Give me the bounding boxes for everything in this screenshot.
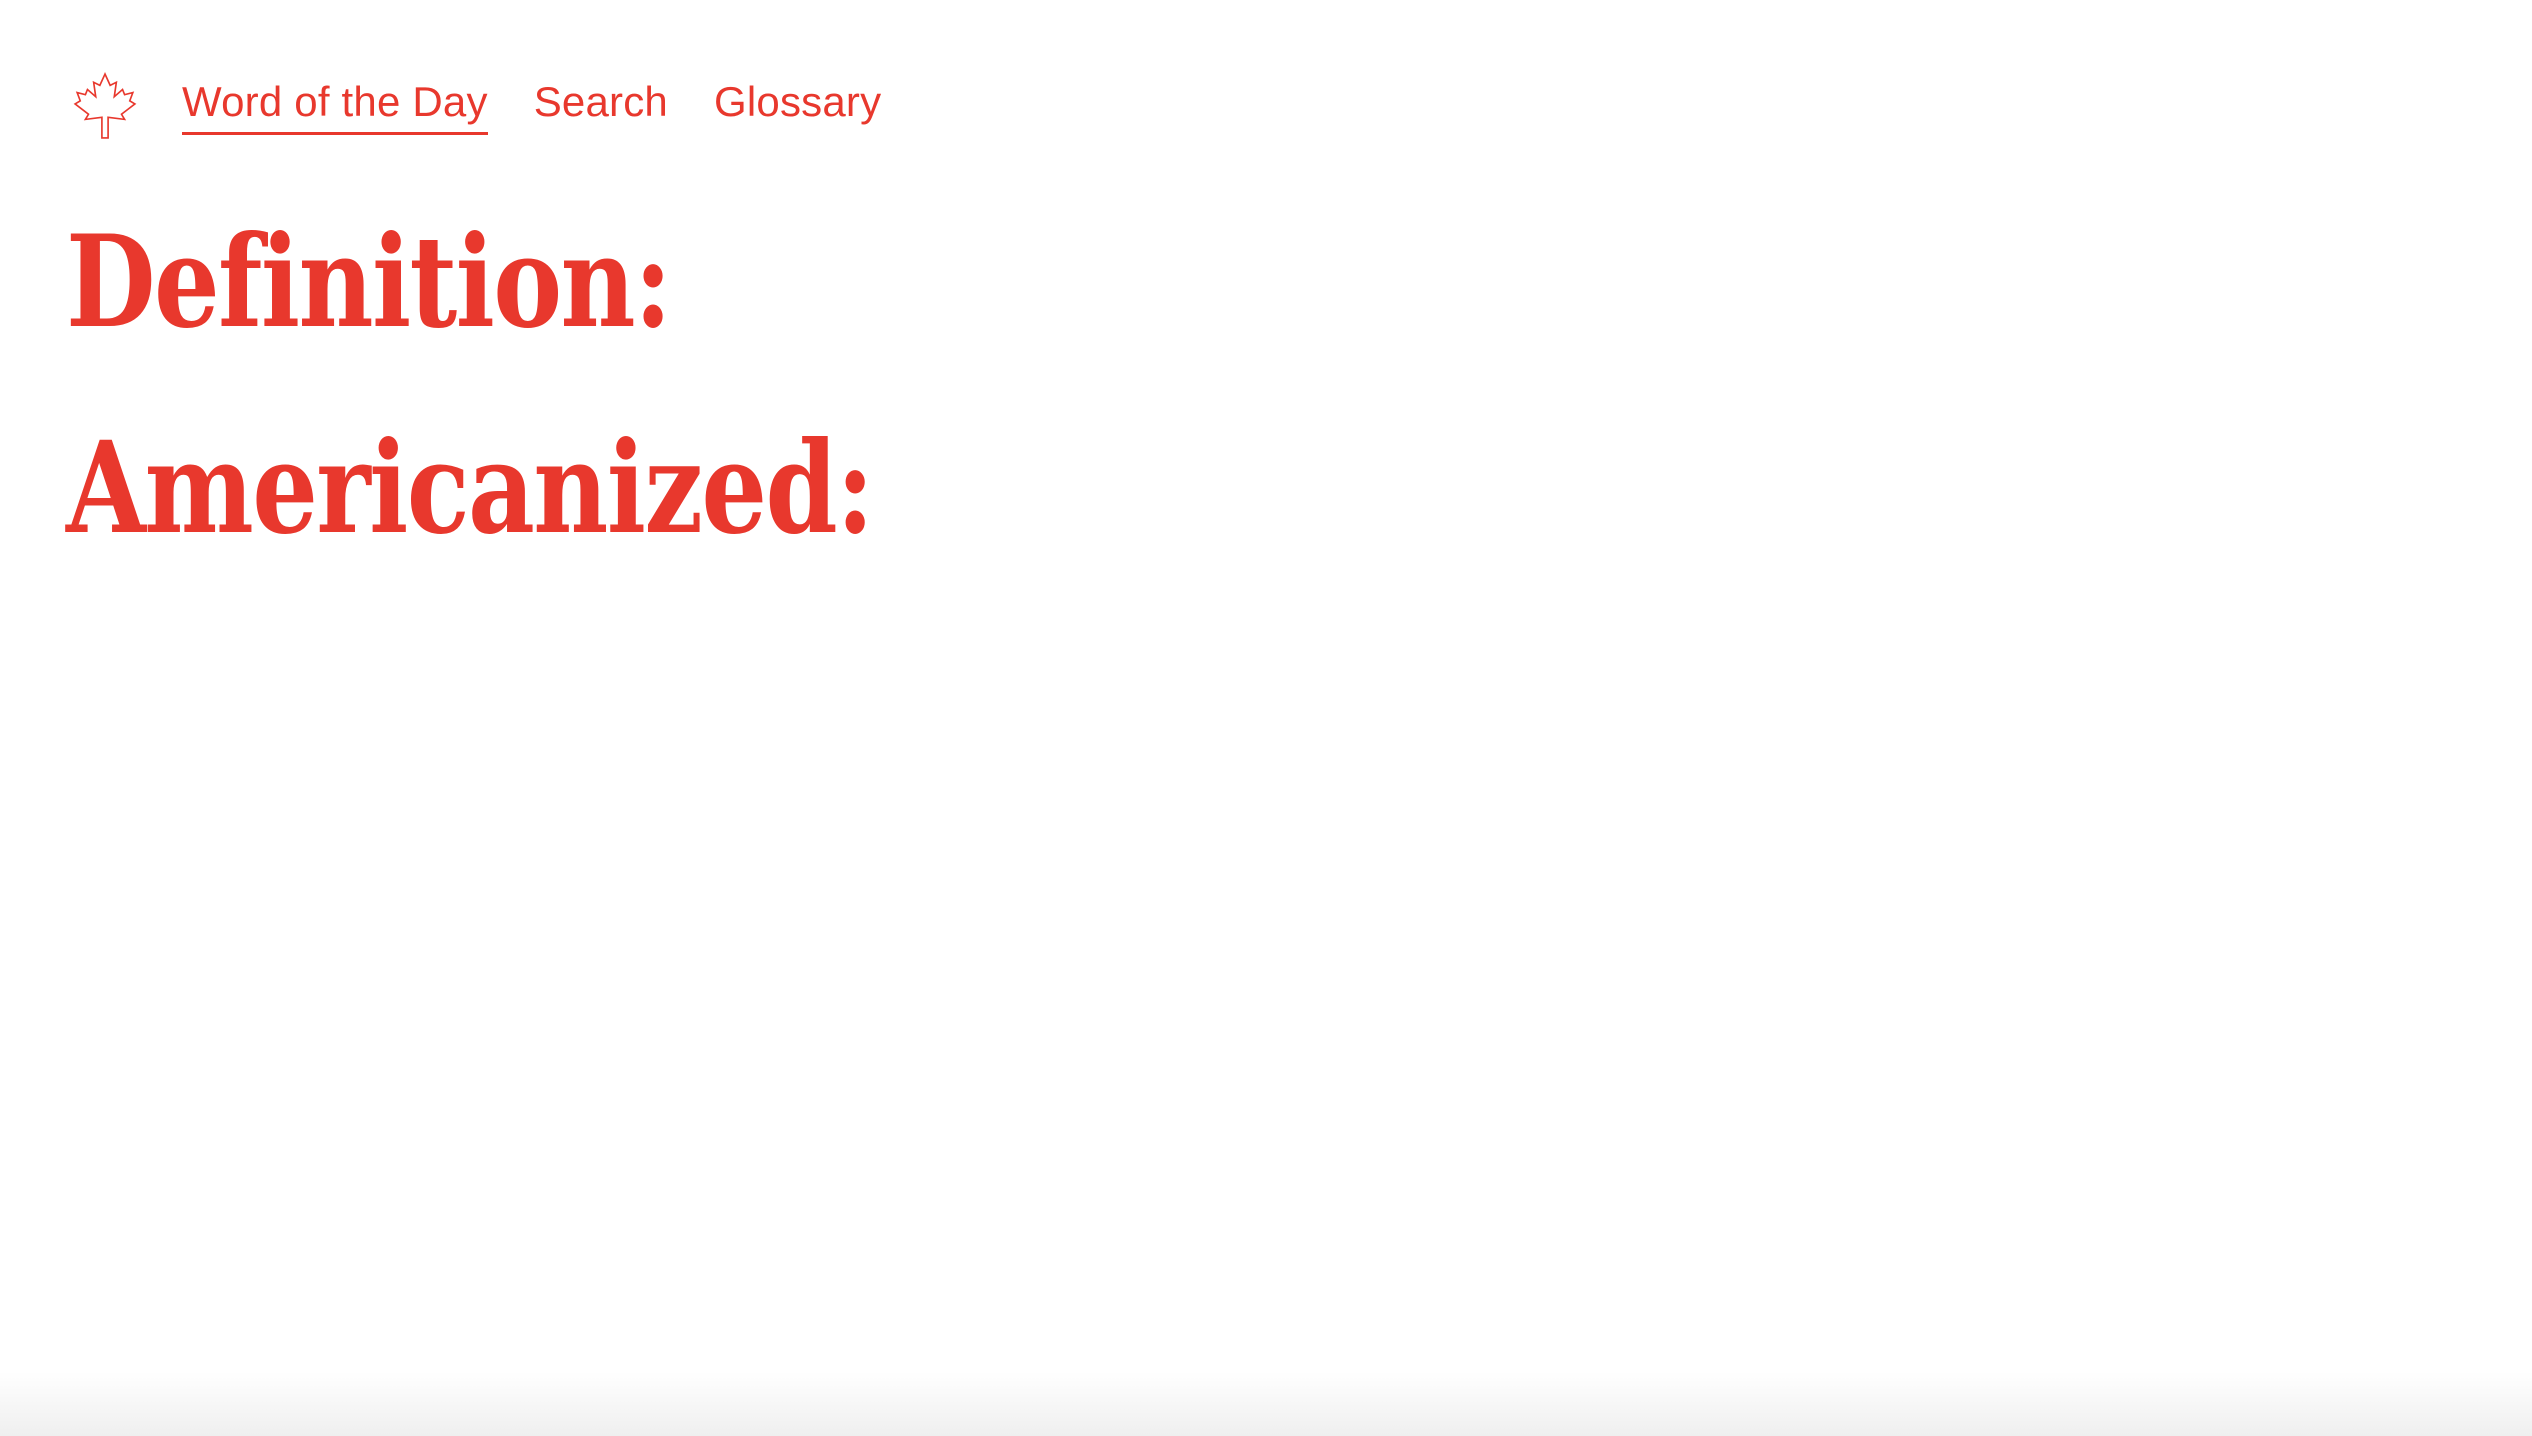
nav-link-search[interactable]: Search <box>534 78 668 135</box>
main-navigation: Word of the Day Search Glossary <box>72 70 927 142</box>
nav-link-word-of-the-day[interactable]: Word of the Day <box>182 78 488 135</box>
americanized-heading: Americanized: <box>66 414 874 562</box>
bottom-shadow <box>0 1372 2532 1436</box>
nav-link-glossary[interactable]: Glossary <box>714 78 881 135</box>
maple-leaf-icon[interactable] <box>72 71 138 141</box>
definition-heading: Definition: <box>66 208 672 356</box>
